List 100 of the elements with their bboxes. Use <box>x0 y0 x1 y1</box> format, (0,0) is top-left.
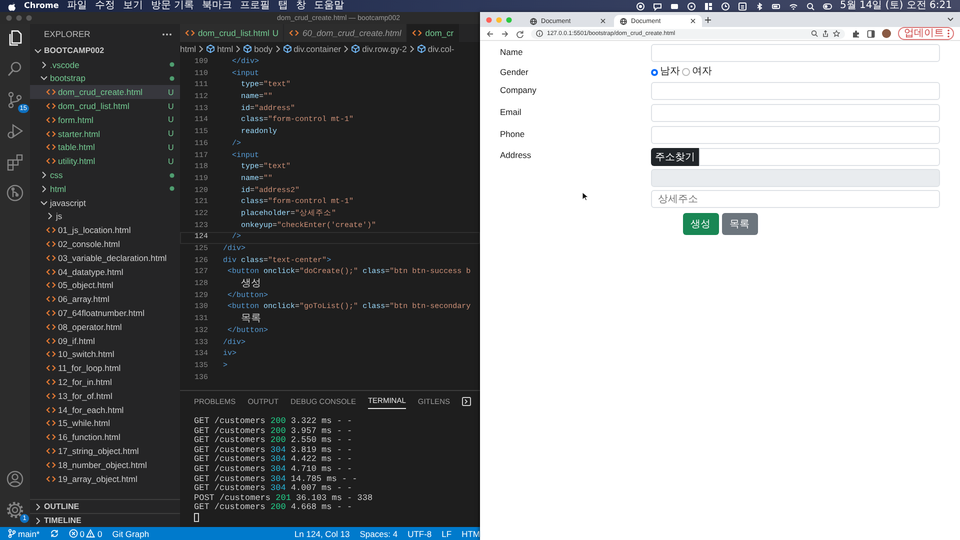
bluetooth-icon[interactable] <box>754 2 764 10</box>
find-address-button[interactable]: 주소찾기 <box>651 148 699 166</box>
menu-item[interactable]: 보기 <box>122 0 143 12</box>
plus-icon[interactable] <box>704 16 712 24</box>
tree-item[interactable]: BOOTCAMP002 <box>30 44 180 58</box>
status-item[interactable]: Ln 124, Col 13 <box>294 528 350 538</box>
section-header[interactable]: OUTLINE <box>30 499 180 513</box>
breadcrumb-item[interactable]: html <box>217 44 234 54</box>
search-icon[interactable] <box>806 2 815 10</box>
toggle-icon[interactable] <box>822 2 832 10</box>
status-item[interactable]: Git Graph <box>112 528 150 538</box>
menu-item[interactable]: 방문 기록 <box>150 0 194 12</box>
tree-item[interactable]: html <box>30 182 180 196</box>
tree-item[interactable]: css <box>30 168 180 182</box>
record-icon[interactable] <box>636 2 645 10</box>
tree-item[interactable]: dom_crud_create.html U <box>30 85 180 100</box>
breadcrumb-item[interactable]: body <box>254 44 273 54</box>
tree-item[interactable]: javascript <box>30 196 180 210</box>
editor-tab[interactable]: dom_crud_list.html U <box>180 24 284 42</box>
tree-item[interactable]: bootstrap <box>30 72 180 86</box>
problems-indicator[interactable]: 0 0 <box>68 528 102 538</box>
tree-item[interactable]: 12_for_in.html <box>30 375 180 389</box>
git-branch-icon[interactable] <box>6 184 24 202</box>
chevron-down-icon[interactable] <box>947 17 954 22</box>
tree-item[interactable]: table.html U <box>30 140 180 154</box>
status-item[interactable]: UTF-8 <box>408 528 432 538</box>
star-icon[interactable] <box>833 30 840 37</box>
tree-item[interactable]: 11_for_loop.html <box>30 361 180 376</box>
radio-button[interactable] <box>651 68 658 76</box>
tree-item[interactable]: .vscode <box>30 58 180 72</box>
text-field[interactable] <box>651 169 940 187</box>
menu-item[interactable]: 프로필 <box>240 0 270 12</box>
tree-item[interactable]: 16_function.html <box>30 430 180 444</box>
tree-item[interactable]: 15_while.html <box>30 416 180 430</box>
tree-item[interactable]: 01_js_location.html <box>30 223 180 238</box>
status-item[interactable]: LF <box>442 528 452 538</box>
tree-item[interactable]: 06_array.html <box>30 292 180 306</box>
menu-item[interactable]: 수정 <box>94 0 115 12</box>
puzzle-icon[interactable] <box>852 30 860 38</box>
extensions-icon[interactable] <box>6 153 24 171</box>
target-icon[interactable] <box>686 2 696 10</box>
menu-item[interactable]: 파일 <box>66 0 87 12</box>
form-button[interactable]: 생성 <box>682 213 718 235</box>
breadcrumb-item[interactable]: div.col- <box>428 44 454 54</box>
form-button[interactable]: 목록 <box>722 213 758 235</box>
text-field[interactable]: 상세주소 <box>651 190 940 208</box>
update-button[interactable]: 업데이트 <box>898 27 954 40</box>
account-icon[interactable] <box>6 470 24 488</box>
sync-icon[interactable] <box>50 529 59 538</box>
tree-item[interactable]: 18_number_object.html <box>30 458 180 472</box>
back-icon[interactable] <box>486 30 494 38</box>
tree-item[interactable]: js <box>30 210 180 224</box>
menu-item[interactable]: 탭 <box>278 0 288 12</box>
tree-item[interactable]: 09_if.html <box>30 334 180 348</box>
radio-button[interactable] <box>682 68 690 76</box>
zoom-icon[interactable] <box>811 30 818 37</box>
battery-icon[interactable] <box>772 2 781 10</box>
radio-label[interactable]: 여자 <box>692 66 712 78</box>
status-item[interactable]: HTM <box>462 528 480 538</box>
text-field[interactable] <box>651 82 940 100</box>
clock-icon[interactable] <box>720 2 730 10</box>
sidebar-icon[interactable] <box>867 30 875 38</box>
tree-item[interactable]: form.html U <box>30 112 180 127</box>
breadcrumb-item[interactable]: html <box>180 44 196 54</box>
profile-avatar[interactable] <box>882 29 891 38</box>
tree-item[interactable]: 04_datatype.html <box>30 264 180 279</box>
tree-item[interactable]: 02_console.html <box>30 237 180 251</box>
text-field[interactable] <box>651 126 940 144</box>
breadcrumb-item[interactable]: div.row.gy-2 <box>362 44 407 54</box>
tree-item[interactable]: 14_for_each.html <box>30 402 180 417</box>
chat-icon[interactable] <box>652 2 662 10</box>
tree-item[interactable]: 10_switch.html <box>30 348 180 362</box>
share-icon[interactable] <box>822 30 829 37</box>
breadcrumb-item[interactable]: div.container <box>294 44 342 54</box>
tree-item[interactable]: dom_crud_list.html U <box>30 99 180 113</box>
tree-item[interactable]: 07_64floatnumber.html <box>30 306 180 320</box>
run-debug-icon[interactable] <box>6 122 24 140</box>
branch-indicator[interactable]: main* <box>8 528 40 538</box>
tree-item[interactable]: 19_array_object.html <box>30 472 180 486</box>
display-icon[interactable] <box>670 2 679 10</box>
editor-tab[interactable]: dom_cr <box>407 24 460 42</box>
text-field[interactable] <box>699 148 940 166</box>
terminal-icon[interactable] <box>462 396 471 406</box>
close-icon[interactable] <box>690 18 696 24</box>
tree-item[interactable]: 05_object.html <box>30 278 180 292</box>
tree-item[interactable]: 17_string_object.html <box>30 444 180 458</box>
more-icon[interactable] <box>162 32 172 36</box>
forward-icon[interactable] <box>501 30 509 38</box>
text-field[interactable] <box>651 44 940 62</box>
menu-item[interactable]: Chrome <box>24 0 59 12</box>
tree-item[interactable]: utility.html U <box>30 154 180 168</box>
tree-item[interactable]: starter.html U <box>30 126 180 141</box>
reload-icon[interactable] <box>516 30 524 38</box>
status-item[interactable]: Spaces: 4 <box>360 528 398 538</box>
menu-item[interactable]: 북마크 <box>202 0 232 12</box>
radio-label[interactable]: 남자 <box>660 66 680 78</box>
settings-icon[interactable] <box>6 501 24 519</box>
tree-item[interactable]: 13_for_of.html <box>30 388 180 403</box>
close-icon[interactable] <box>600 18 606 24</box>
tree-item[interactable]: 03_variable_declaration.html <box>30 250 180 265</box>
